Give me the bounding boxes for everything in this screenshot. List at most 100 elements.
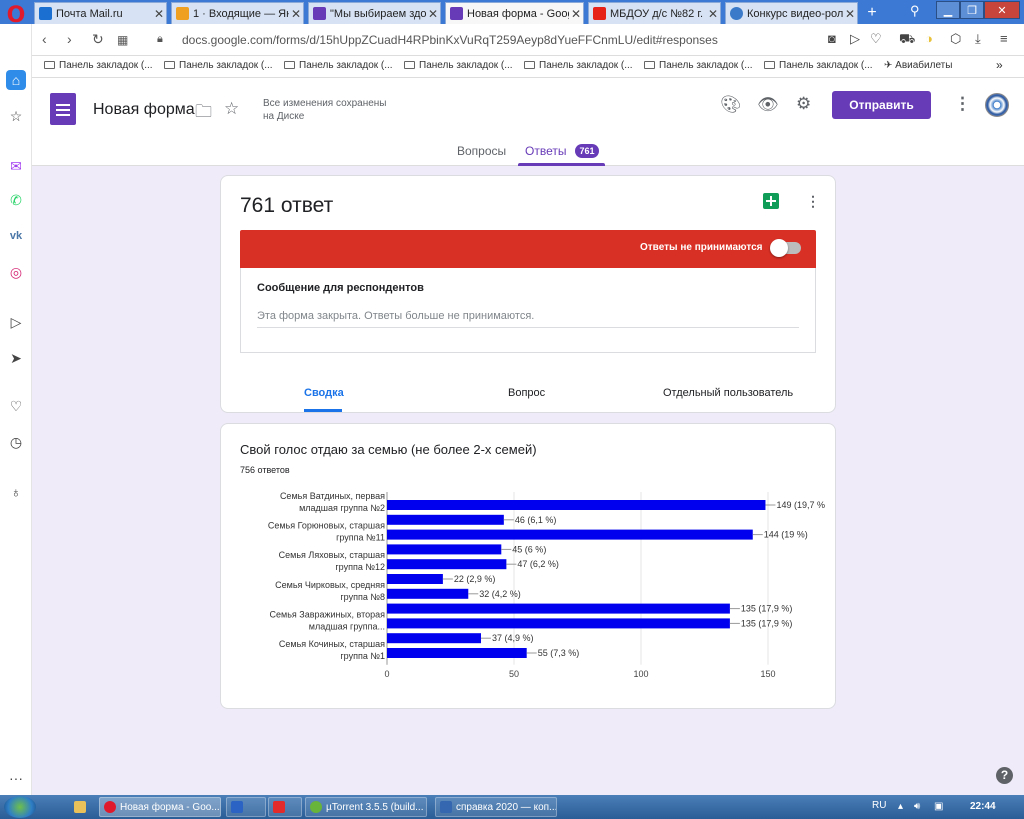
form-title[interactable]: Новая форма [93, 101, 195, 119]
subtab-individual[interactable]: Отдельный пользователь [663, 387, 793, 399]
browser-tab[interactable]: "Мы выбираем здор ✕ [308, 2, 441, 24]
player-icon[interactable]: ▷ [6, 312, 26, 332]
bulb-icon[interactable]: ♁ [6, 482, 26, 502]
history-icon[interactable]: ◷ [6, 432, 26, 452]
data-label: 135 (17,9 %) [741, 604, 793, 614]
bookmark-folder[interactable]: Панель закладок (... [764, 60, 873, 71]
message-input[interactable]: Эта форма закрыта. Ответы больше не прин… [257, 310, 534, 322]
more-vert-icon[interactable]: ⋮ [806, 193, 820, 210]
taskbar-item[interactable] [268, 797, 302, 817]
taskbar-item[interactable]: µTorrent 3.5.5 (build... [305, 797, 427, 817]
send-icon[interactable]: ➤ [6, 348, 26, 368]
url-field[interactable]: docs.google.com/forms/d/15hUppZCuadH4RPb… [182, 33, 718, 47]
vk-icon[interactable]: vk [6, 226, 26, 246]
subtab-summary[interactable]: Сводка [304, 387, 344, 399]
close-tab-icon[interactable]: ✕ [569, 7, 583, 21]
heart-icon[interactable]: ♡ [6, 396, 26, 416]
bookmark-aviabilety[interactable]: ✈ Авиабилеты [884, 60, 952, 71]
close-window-button[interactable]: ✕ [984, 1, 1020, 19]
browser-tab[interactable]: Конкурс видео-роли ✕ [725, 2, 858, 24]
star-icon[interactable]: ☆ [6, 106, 26, 126]
x-tick-label: 100 [633, 669, 648, 679]
subtab-question[interactable]: Вопрос [508, 387, 545, 399]
help-icon[interactable]: ? [996, 767, 1013, 784]
close-tab-icon[interactable]: ✕ [152, 7, 166, 21]
accepting-responses-toggle[interactable] [770, 239, 801, 257]
forms-logo-icon[interactable] [50, 93, 76, 125]
volume-icon[interactable]: 🔊︎ [914, 801, 920, 812]
send-button[interactable]: Отправить [832, 91, 931, 119]
bar [387, 574, 443, 584]
camera-icon[interactable]: ◙ [828, 31, 836, 46]
taskbar-item[interactable] [226, 797, 266, 817]
category-label: группа №8 [340, 592, 385, 602]
palette-icon[interactable]: 🎨︎ [720, 95, 742, 115]
tab-search-icon[interactable]: ⚲ [910, 3, 920, 19]
tab-answers[interactable]: Ответы [525, 144, 566, 158]
preview-eye-icon[interactable]: 👁︎ [757, 95, 779, 115]
more-vert-icon[interactable]: ⋮ [954, 94, 971, 114]
maximize-window-button[interactable]: ❐ [960, 1, 984, 19]
vpn-icon[interactable]: ◑ [925, 31, 933, 46]
bookmarks-more-icon[interactable]: » [996, 58, 1003, 72]
folder-icon [44, 61, 55, 69]
new-tab-button[interactable]: + [864, 5, 880, 21]
browser-tab-active[interactable]: Новая форма - Goog ✕ [445, 2, 584, 24]
send-icon[interactable]: ▷ [850, 31, 860, 47]
close-tab-icon[interactable]: ✕ [843, 7, 857, 21]
bookmark-folder[interactable]: Панель закладок (... [284, 60, 393, 71]
bookmark-folder[interactable]: Панель закладок (... [164, 60, 273, 71]
sheets-icon[interactable] [763, 193, 779, 209]
reload-icon[interactable]: ↻ [92, 31, 104, 48]
close-tab-icon[interactable]: ✕ [289, 7, 303, 21]
browser-tab[interactable]: МБДОУ д/с №82 г. Б ✕ [588, 2, 721, 24]
star-icon[interactable]: ☆ [224, 99, 239, 119]
explorer-icon[interactable] [70, 797, 88, 817]
document-icon [440, 801, 452, 813]
bookmark-folder[interactable]: Панель закладок (... [44, 60, 153, 71]
back-arrow-icon[interactable]: ‹ [42, 31, 47, 47]
instagram-icon[interactable]: ◎ [6, 262, 26, 282]
whatsapp-icon[interactable]: ✆ [6, 190, 26, 210]
bookmark-label: Авиабилеты [895, 60, 953, 71]
taskbar-item[interactable]: Новая форма - Goo... [99, 797, 221, 817]
heart-icon[interactable]: ♡ [870, 31, 882, 47]
folder-icon [404, 61, 415, 69]
tray-arrow-icon[interactable]: ▴ [898, 801, 903, 812]
minimize-window-button[interactable]: ▁ [936, 1, 960, 19]
speed-dial-icon[interactable]: ▦ [117, 33, 128, 47]
browser-tab[interactable]: 1 · Входящие — Янде ✕ [171, 2, 304, 24]
home-icon[interactable]: ⌂ [6, 70, 26, 90]
data-label: 37 (4,9 %) [492, 633, 534, 643]
network-icon[interactable]: ▣ [934, 801, 943, 812]
close-tab-icon[interactable]: ✕ [706, 7, 720, 21]
close-tab-icon[interactable]: ✕ [426, 7, 440, 21]
bookmark-label: Панель закладок (... [419, 60, 513, 71]
bookmark-folder[interactable]: Панель закладок (... [524, 60, 633, 71]
utorrent-icon [310, 801, 322, 813]
forward-arrow-icon[interactable]: › [67, 31, 72, 47]
responses-count-title: 761 ответ [240, 194, 334, 217]
folder-icon [164, 61, 175, 69]
box-icon[interactable]: ⬡ [950, 31, 961, 47]
lock-icon[interactable]: 🔒︎ [157, 33, 163, 46]
language-indicator[interactable]: RU [872, 800, 886, 811]
taskbar-item[interactable]: справка 2020 — коп... [435, 797, 557, 817]
start-button-icon[interactable] [4, 796, 36, 818]
tab-questions[interactable]: Вопросы [457, 144, 506, 158]
cart-icon[interactable]: ⛟ [899, 31, 915, 49]
folder-icon[interactable]: 🗀︎ [195, 99, 212, 128]
settings-gear-icon[interactable]: ⚙ [796, 94, 811, 114]
bookmark-folder[interactable]: Панель закладок (... [644, 60, 753, 71]
more-icon[interactable]: ··· [6, 768, 26, 788]
bookmark-folder[interactable]: Панель закладок (... [404, 60, 513, 71]
avatar[interactable] [985, 93, 1009, 117]
download-icon[interactable]: ⤓ [975, 31, 981, 47]
category-label: группа №1 [340, 651, 385, 661]
folder-icon [644, 61, 655, 69]
category-label: Семья Ватдиных, первая [280, 491, 385, 501]
tab-label: Почта Mail.ru [56, 7, 123, 20]
browser-tab[interactable]: Почта Mail.ru ✕ [34, 2, 167, 24]
menu-icon[interactable]: ≡ [1000, 31, 1008, 46]
messenger-icon[interactable]: ✉ [6, 156, 26, 176]
